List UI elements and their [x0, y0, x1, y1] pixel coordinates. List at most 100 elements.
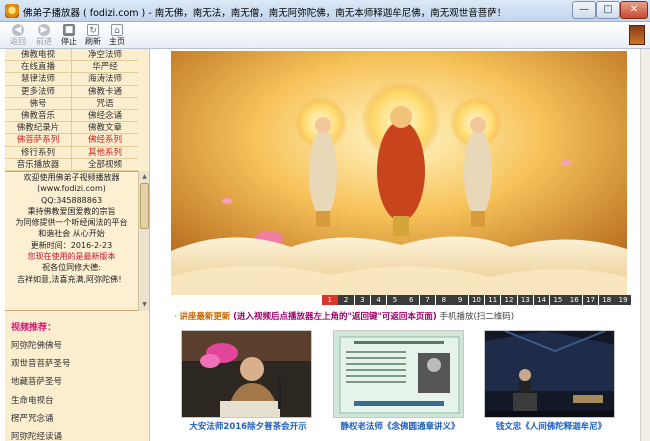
- main-content: 1 2 3 4 5 6 7 8 9 10 11 12 13 14 15 16 17 18 19 · 讲座最新更新 (…: [150, 49, 650, 441]
- stop-icon: ■: [63, 24, 75, 36]
- recommend-item[interactable]: 地藏菩萨圣号: [11, 373, 141, 391]
- menu-row: 佛号 咒语: [5, 97, 138, 110]
- pager-item[interactable]: 7: [419, 295, 436, 305]
- menu-item[interactable]: 全部视频: [72, 159, 138, 170]
- pager-item[interactable]: 5: [387, 295, 403, 305]
- menu-item[interactable]: 佛经系列: [72, 134, 138, 145]
- pager-item[interactable]: 13: [517, 295, 534, 305]
- home-button[interactable]: ⌂ 主页: [103, 23, 131, 48]
- speaker-stage-thumbnail: [485, 331, 614, 417]
- welcome-line: 和谐社会 从心开始: [38, 229, 105, 239]
- welcome-line: (www.fodizi.com): [37, 184, 106, 194]
- menu-row: 佛教音乐 佛经念诵: [5, 109, 138, 123]
- pager-item[interactable]: 16: [566, 295, 582, 305]
- lecture-slide-thumbnail: [334, 331, 463, 417]
- home-label: 主页: [109, 37, 125, 46]
- menu-item[interactable]: 佛号: [5, 97, 72, 109]
- recommend-item[interactable]: 观世音菩萨圣号: [11, 355, 141, 373]
- menu-row: 在线直播 华严经: [5, 61, 138, 74]
- close-button[interactable]: ✕: [620, 1, 648, 19]
- menu-row: 慧律法师 海涛法师: [5, 73, 138, 86]
- category-menu: 佛教电视 净空法师 在线直播 华严经 慧律法师 海涛法师 更多法师 佛教卡通 佛号 咒语 佛教音乐佛…: [5, 49, 138, 171]
- menu-item[interactable]: 咒语: [72, 98, 138, 109]
- window-title: 佛弟子播放器 ( fodizi.com ) - 南无佛，南无法，南无僧，南无阿弥…: [23, 8, 507, 19]
- video-thumbnail[interactable]: [333, 330, 464, 418]
- back-button[interactable]: ◀ 返回: [4, 23, 32, 48]
- toolbar: ◀ 返回 ▶ 前进 ■ 停止 ↻ 刷新 ⌂ 主页: [0, 22, 650, 49]
- pager-item[interactable]: 9: [452, 295, 468, 305]
- welcome-line: 为同修提供一个听经闻法的平台: [15, 218, 128, 228]
- scroll-down-icon[interactable]: ▼: [140, 300, 149, 310]
- menu-row: 佛菩萨系列 佛经系列: [5, 134, 138, 147]
- recommend-item[interactable]: 楞严咒念诵: [11, 410, 141, 428]
- latest-update-link[interactable]: 讲座最新更新: [179, 312, 230, 322]
- video-caption[interactable]: 静权老法师《念佛圆通章讲义》: [325, 420, 475, 432]
- pager-item[interactable]: 18: [599, 295, 615, 305]
- maximize-button[interactable]: □: [596, 1, 620, 19]
- menu-item[interactable]: 其他系列: [72, 147, 138, 158]
- menu-item[interactable]: 华严经: [72, 61, 138, 72]
- logo-icon[interactable]: [629, 25, 645, 45]
- pager-item[interactable]: 4: [370, 295, 387, 305]
- minimize-button[interactable]: —: [572, 1, 596, 19]
- menu-item[interactable]: 佛教音乐: [5, 109, 72, 122]
- pager-item[interactable]: 14: [533, 295, 550, 305]
- pager-item[interactable]: 8: [436, 295, 452, 305]
- recommend-item[interactable]: 阿弥陀经读诵: [11, 428, 141, 441]
- app-icon: [5, 4, 19, 18]
- banner-pager: 1 2 3 4 5 6 7 8 9 10 11 12 13 14 15 16 17 18 19: [322, 295, 632, 305]
- menu-row: 更多法师 佛教卡通: [5, 85, 138, 98]
- pager-item[interactable]: 3: [354, 295, 371, 305]
- forward-button[interactable]: ▶ 前进: [30, 23, 58, 48]
- video-caption[interactable]: 大安法师2016除夕普茶会开示: [173, 420, 323, 432]
- menu-item[interactable]: 佛经念诵: [72, 110, 138, 121]
- recommend-item[interactable]: 阿弥陀佛佛号: [11, 337, 141, 355]
- recommend-list: 阿弥陀佛佛号 观世音菩萨圣号 地藏菩萨圣号 生命电视台 楞严咒念诵 阿弥陀经读诵: [11, 337, 141, 441]
- main-scrollbar[interactable]: [640, 49, 650, 441]
- video-thumbnail[interactable]: [484, 330, 615, 418]
- menu-row: 修行系列 其他系列: [5, 146, 138, 159]
- pager-item[interactable]: 10: [468, 295, 485, 305]
- back-label: 返回: [10, 37, 26, 46]
- menu-item[interactable]: 音乐播放器: [5, 158, 72, 170]
- welcome-box: 欢迎使用佛弟子视频播放器 (www.fodizi.com) QQ:3458888…: [5, 171, 138, 311]
- welcome-scrollbar[interactable]: ▲ ▼: [138, 171, 149, 311]
- update-time: 更新时间：2016-2-23: [30, 240, 113, 250]
- pager-item[interactable]: 19: [615, 295, 631, 305]
- left-panel: 佛教电视 净空法师 在线直播 华严经 慧律法师 海涛法师 更多法师 佛教卡通 佛号 咒语 佛教音乐佛…: [5, 49, 150, 441]
- forward-arrow-icon: ▶: [38, 24, 50, 36]
- menu-item[interactable]: 净空法师: [72, 49, 138, 60]
- pager-item[interactable]: 6: [403, 295, 419, 305]
- mobile-play-link[interactable]: 手机播放(扫二维码): [439, 312, 514, 322]
- recommend-item[interactable]: 生命电视台: [11, 392, 141, 410]
- version-notice: 您现在使用的是最新版本: [27, 252, 116, 262]
- menu-item[interactable]: 佛教卡通: [72, 86, 138, 97]
- welcome-line: QQ:345888863: [40, 195, 103, 205]
- title-bar: 佛弟子播放器 ( fodizi.com ) - 南无佛，南无法，南无僧，南无阿弥…: [0, 0, 650, 22]
- menu-row: 佛教纪录片 佛教文章: [5, 122, 138, 135]
- welcome-line: 欢迎使用佛弟子视频播放器: [23, 173, 120, 182]
- scroll-up-icon[interactable]: ▲: [140, 172, 149, 182]
- pager-item[interactable]: 1: [322, 295, 338, 305]
- scroll-thumb[interactable]: [140, 183, 149, 229]
- menu-item[interactable]: 更多法师: [5, 85, 72, 97]
- menu-row: 音乐播放器 全部视频: [5, 158, 138, 171]
- pager-item[interactable]: 12: [501, 295, 517, 305]
- pager-item[interactable]: 15: [550, 295, 566, 305]
- menu-item[interactable]: 佛教电视: [5, 49, 72, 61]
- menu-item[interactable]: 佛菩萨系列: [5, 134, 72, 146]
- pager-item[interactable]: 11: [484, 295, 501, 305]
- menu-item[interactable]: 慧律法师: [5, 73, 72, 85]
- menu-item[interactable]: 海涛法师: [72, 73, 138, 84]
- video-caption[interactable]: 钱文忠《人间佛陀释迦牟尼》: [476, 420, 626, 432]
- menu-item[interactable]: 在线直播: [5, 61, 72, 73]
- video-thumbnail[interactable]: [181, 330, 312, 418]
- home-icon: ⌂: [111, 24, 123, 36]
- bullet: ·: [174, 312, 177, 322]
- pager-item[interactable]: 2: [338, 295, 354, 305]
- menu-item[interactable]: 佛教纪录片: [5, 122, 72, 134]
- banner-image[interactable]: [171, 51, 627, 295]
- menu-item[interactable]: 修行系列: [5, 146, 72, 158]
- menu-item[interactable]: 佛教文章: [72, 122, 138, 133]
- pager-item[interactable]: 17: [582, 295, 599, 305]
